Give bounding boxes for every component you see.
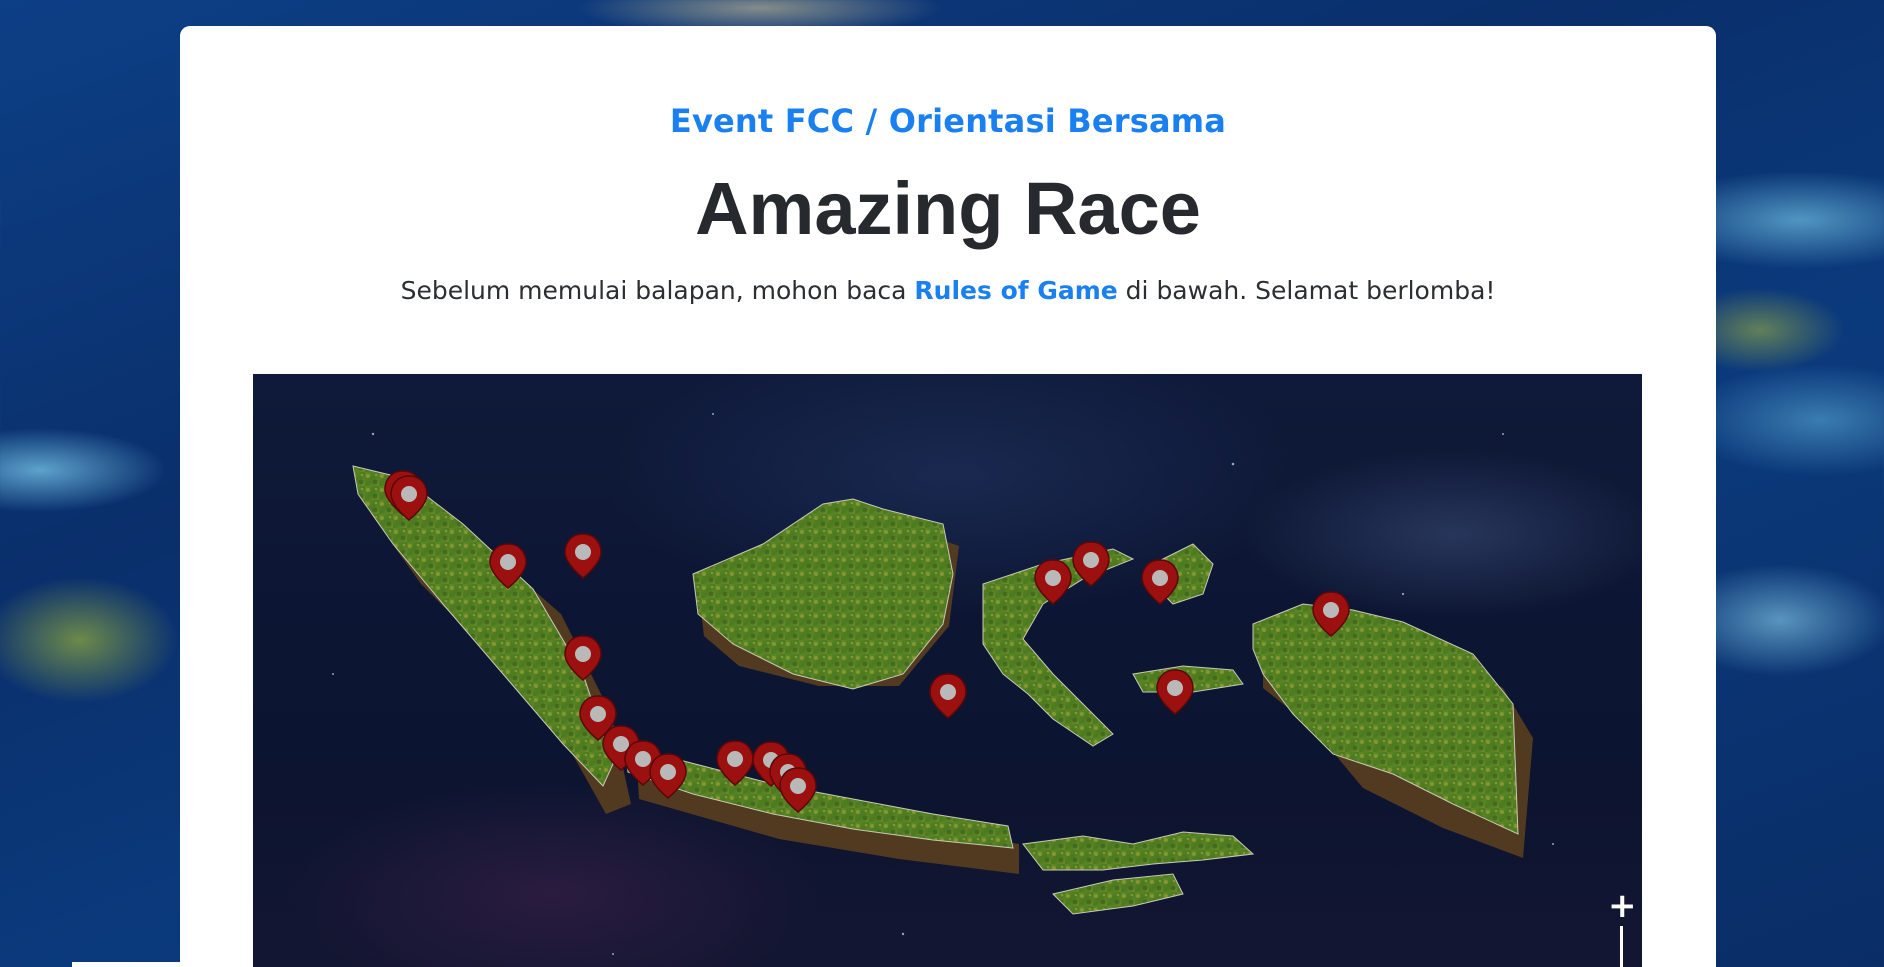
intro-text: Sebelum memulai balapan, mohon baca Rule…	[180, 276, 1716, 305]
island-flores	[1052, 873, 1184, 915]
breadcrumb-link[interactable]: Event FCC / Orientasi Bersama	[670, 102, 1226, 140]
intro-text-before: Sebelum memulai balapan, mohon baca	[400, 276, 915, 305]
indonesia-map	[332, 413, 1554, 955]
zoom-slider-track[interactable]	[1620, 926, 1623, 967]
indonesia-map-viewer[interactable]: +	[253, 374, 1642, 967]
map-marker-icon[interactable]	[929, 673, 967, 719]
island-papua	[1252, 603, 1519, 835]
event-breadcrumb[interactable]: Event FCC / Orientasi Bersama	[180, 102, 1716, 140]
island-kalimantan	[692, 498, 954, 690]
page-title: Amazing Race	[695, 167, 1201, 250]
island-nusa-tenggara	[1022, 831, 1255, 871]
intro-text-after: di bawah. Selamat berlomba!	[1117, 276, 1496, 305]
map-marker-icon[interactable]	[1156, 669, 1194, 715]
rules-of-game-link[interactable]: Rules of Game	[914, 276, 1117, 305]
map-marker-icon[interactable]	[564, 533, 602, 579]
island-sumatra	[352, 465, 614, 787]
main-card: Event FCC / Orientasi Bersama Amazing Ra…	[180, 26, 1716, 967]
zoom-in-button[interactable]: +	[1608, 889, 1637, 923]
